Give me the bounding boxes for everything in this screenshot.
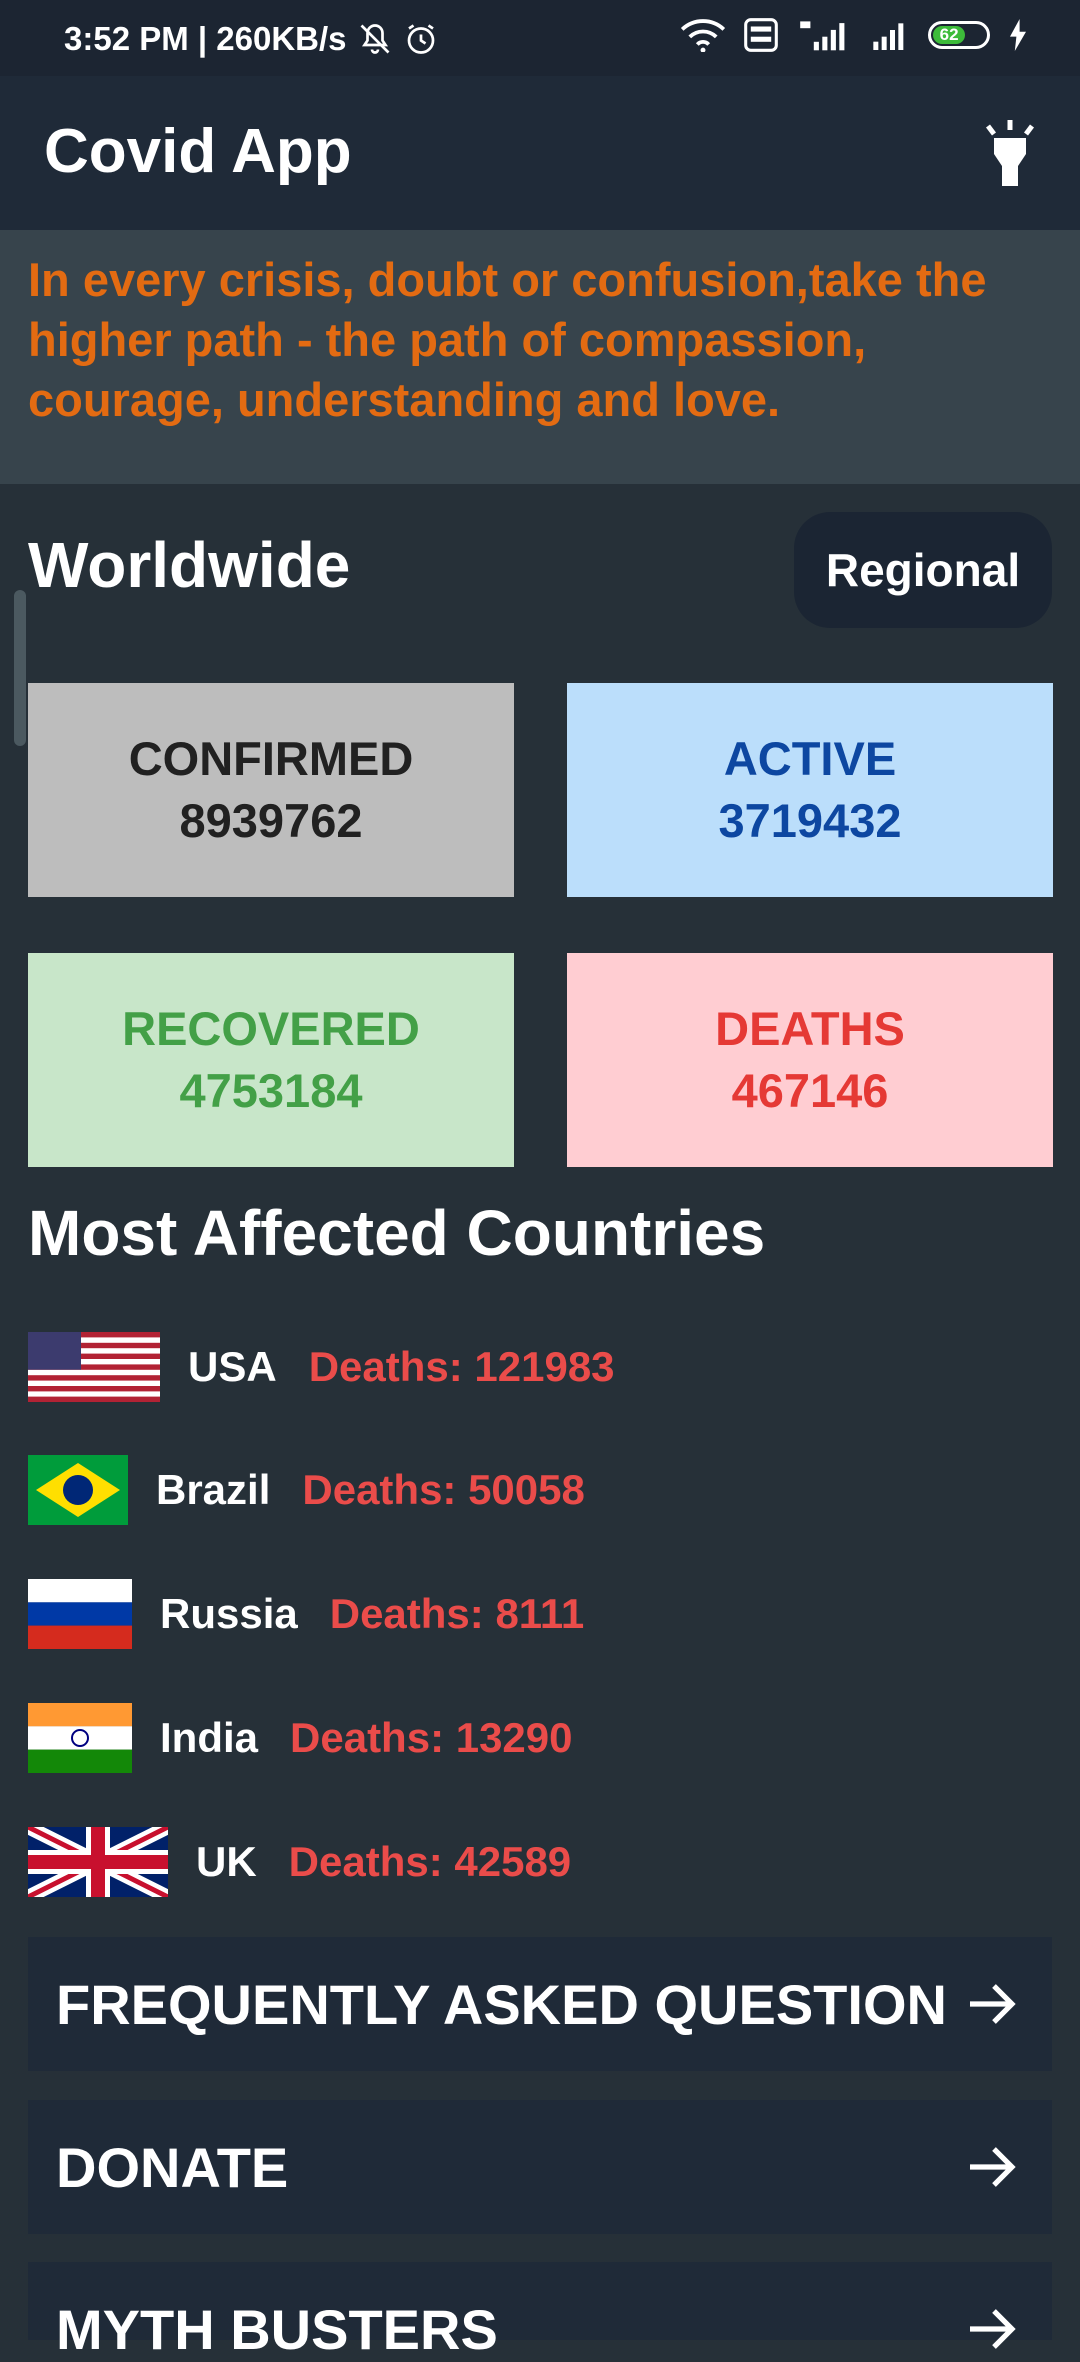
wifi-icon bbox=[680, 19, 726, 52]
country-deaths: Deaths: 13290 bbox=[290, 1714, 573, 1761]
country-name: USA bbox=[188, 1343, 277, 1390]
charging-icon bbox=[1010, 19, 1026, 51]
active-value: 3719432 bbox=[718, 794, 902, 847]
most-affected-title: Most Affected Countries bbox=[28, 1197, 766, 1269]
recovered-label: RECOVERED bbox=[122, 1002, 420, 1055]
recovered-value: 4753184 bbox=[179, 1064, 363, 1117]
status-right: 62 bbox=[680, 18, 1028, 52]
country-row-india[interactable]: India Deaths: 13290 bbox=[28, 1703, 573, 1773]
deaths-card: DEATHS 467146 bbox=[567, 953, 1053, 1167]
country-name: Russia bbox=[160, 1590, 298, 1637]
regional-button[interactable]: Regional bbox=[794, 512, 1052, 628]
country-row-usa[interactable]: USA Deaths: 121983 bbox=[28, 1332, 615, 1402]
myth-busters-label: MYTH BUSTERS bbox=[56, 2298, 498, 2361]
deaths-label: DEATHS bbox=[715, 1002, 905, 1055]
active-label: ACTIVE bbox=[723, 732, 897, 785]
deaths-value: 467146 bbox=[731, 1064, 889, 1117]
india-flag-icon bbox=[28, 1703, 132, 1773]
battery-icon: 62 bbox=[928, 21, 990, 49]
status-bar: 3:52 PM | 260KB/s 62 bbox=[0, 0, 1080, 76]
app-bar: Covid App bbox=[0, 76, 1080, 230]
donate-label: DONATE bbox=[56, 2136, 289, 2199]
status-time: 3:52 PM | 260KB/s bbox=[64, 20, 347, 57]
donate-button[interactable]: DONATE bbox=[28, 2100, 1052, 2234]
signal-icon bbox=[873, 23, 904, 50]
country-name: India bbox=[160, 1714, 259, 1761]
confirmed-label: CONFIRMED bbox=[128, 732, 414, 785]
volte-icon bbox=[744, 18, 778, 52]
recovered-card: RECOVERED 4753184 bbox=[28, 953, 514, 1167]
faq-label: FREQUENTLY ASKED QUESTION bbox=[56, 1973, 947, 2036]
country-row-uk[interactable]: UK Deaths: 42589 bbox=[28, 1827, 571, 1897]
country-name: Brazil bbox=[156, 1466, 271, 1513]
country-deaths: Deaths: 42589 bbox=[288, 1838, 572, 1885]
country-row-russia[interactable]: Russia Deaths: 8111 bbox=[28, 1579, 584, 1649]
scroll-indicator bbox=[14, 590, 26, 746]
quote-banner: In every crisis, doubt or confusion,take… bbox=[0, 230, 1080, 484]
country-name: UK bbox=[196, 1838, 257, 1885]
bell-off-icon bbox=[360, 24, 389, 54]
battery-level: 62 bbox=[933, 25, 966, 44]
brazil-flag-icon bbox=[28, 1455, 128, 1525]
usa-flag-icon bbox=[28, 1332, 160, 1402]
arrow-right-icon bbox=[970, 2309, 1016, 2349]
arrow-right-icon bbox=[970, 1984, 1016, 2024]
country-deaths: Deaths: 8111 bbox=[329, 1590, 585, 1637]
country-deaths: Deaths: 50058 bbox=[302, 1466, 585, 1513]
quote-text: In every crisis, doubt or confusion,take… bbox=[28, 253, 987, 426]
arrow-right-icon bbox=[970, 2147, 1016, 2187]
confirmed-value: 8939762 bbox=[179, 794, 363, 847]
russia-flag-icon bbox=[28, 1579, 132, 1649]
country-row-brazil[interactable]: Brazil Deaths: 50058 bbox=[28, 1455, 585, 1525]
status-left: 3:52 PM | 260KB/s bbox=[64, 20, 439, 58]
active-card: ACTIVE 3719432 bbox=[567, 683, 1053, 897]
faq-button[interactable]: FREQUENTLY ASKED QUESTION bbox=[28, 1937, 1052, 2071]
worldwide-title: Worldwide bbox=[28, 529, 351, 601]
country-deaths: Deaths: 121983 bbox=[308, 1343, 615, 1390]
alarm-icon bbox=[407, 24, 434, 54]
flashlight-icon bbox=[986, 120, 1034, 186]
app-title: Covid App bbox=[44, 117, 352, 186]
signal-4g-icon bbox=[800, 21, 845, 51]
uk-flag-icon bbox=[28, 1827, 168, 1897]
confirmed-card: CONFIRMED 8939762 bbox=[28, 683, 514, 897]
myth-busters-button[interactable]: MYTH BUSTERS bbox=[28, 2262, 1052, 2361]
flashlight-button[interactable] bbox=[974, 118, 1046, 190]
